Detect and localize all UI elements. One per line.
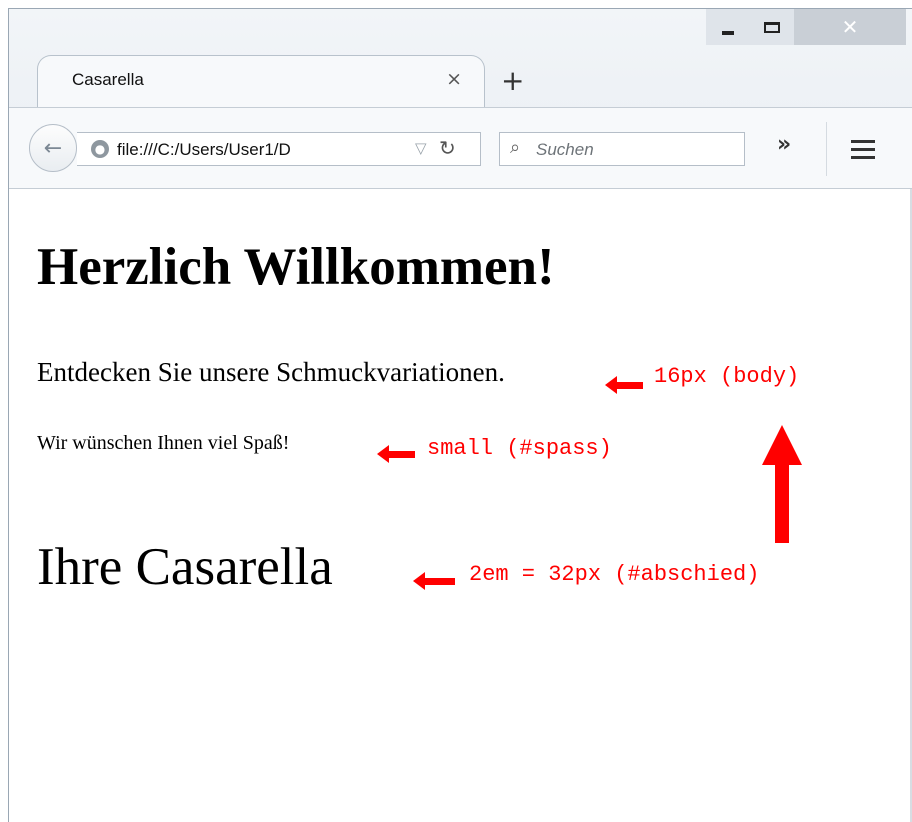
tab-title: Casarella xyxy=(72,70,144,89)
annotation-spass: small (#spass) xyxy=(427,436,612,461)
paragraph-spass: Wir wünschen Ihnen viel Spaß! xyxy=(37,432,290,454)
arrow-left-icon: ← xyxy=(43,135,63,161)
paragraph-abschied: Ihre Casarella xyxy=(37,538,333,596)
url-bar[interactable]: ● file:///C:/Users/User1/D ▽ ↻ xyxy=(77,132,481,166)
title-bar: ✕ Casarella × + ← ● file:///C:/Users/Use… xyxy=(9,9,912,189)
new-tab-button[interactable]: + xyxy=(501,67,524,95)
reload-icon[interactable]: ↻ xyxy=(439,136,456,160)
toolbar-divider xyxy=(826,122,827,176)
url-text[interactable]: file:///C:/Users/User1/D xyxy=(117,140,387,160)
tab-casarella[interactable]: Casarella × xyxy=(37,55,485,107)
browser-window: ✕ Casarella × + ← ● file:///C:/Users/Use… xyxy=(8,8,912,822)
triangle-down-icon[interactable]: ▽ xyxy=(415,139,427,157)
annotation-body: 16px (body) xyxy=(654,364,800,389)
tab-close-icon[interactable]: × xyxy=(446,68,462,90)
minimize-icon xyxy=(722,31,734,35)
annotation-abschied: 2em = 32px (#abschied) xyxy=(469,562,760,587)
close-window-button[interactable]: ✕ xyxy=(794,9,906,45)
maximize-button[interactable] xyxy=(750,9,794,45)
arrow-left-icon xyxy=(377,445,415,463)
page-heading: Herzlich Willkommen! xyxy=(37,238,555,296)
search-icon: ⌕ xyxy=(510,137,521,158)
search-placeholder: Suchen xyxy=(536,140,594,159)
overflow-menu-button[interactable]: » xyxy=(777,132,791,157)
globe-icon: ● xyxy=(91,140,109,158)
maximize-icon xyxy=(764,21,780,33)
page-content: Herzlich Willkommen! Entdecken Sie unser… xyxy=(9,189,912,822)
arrow-left-icon xyxy=(605,376,643,394)
arrow-up-icon xyxy=(762,425,802,545)
paragraph-body: Entdecken Sie unsere Schmuckvariationen. xyxy=(37,357,505,387)
search-input[interactable]: ⌕ Suchen xyxy=(499,132,745,166)
hamburger-menu-icon[interactable] xyxy=(851,140,875,164)
arrow-left-icon xyxy=(413,572,455,590)
minimize-button[interactable] xyxy=(706,9,750,45)
close-icon: ✕ xyxy=(841,15,859,39)
navigation-toolbar: ← ● file:///C:/Users/User1/D ▽ ↻ ⌕ Suche… xyxy=(9,107,912,189)
back-button[interactable]: ← xyxy=(29,124,77,172)
